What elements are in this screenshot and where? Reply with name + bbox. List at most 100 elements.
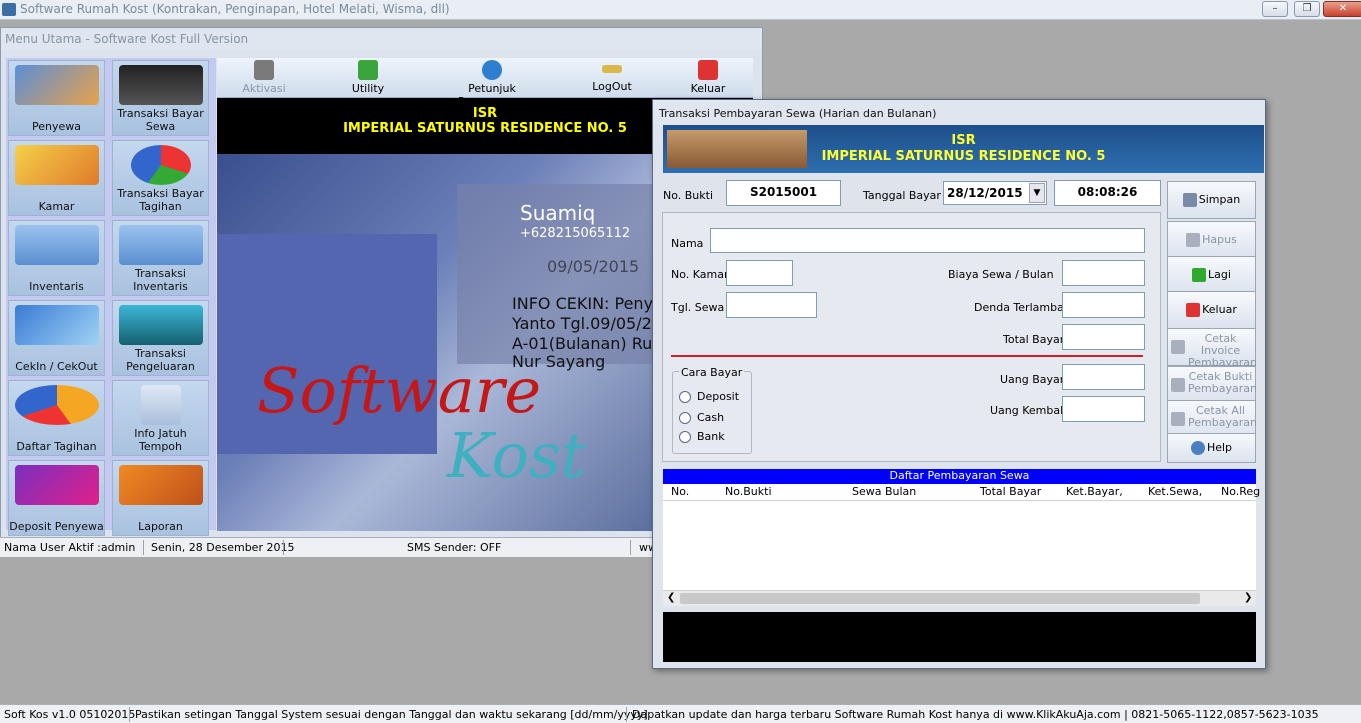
main-menu-title: Menu Utama - Software Kost Full Version — [1, 28, 762, 50]
col-sewa-bulan[interactable]: Sewa Bulan — [852, 485, 916, 498]
toolbar-label: Keluar — [690, 82, 726, 95]
sms-line2: Yanto Tgl.09/05/2 — [512, 314, 652, 333]
calendar-icon — [141, 385, 181, 425]
menu-transaksi-bayar-tagihan[interactable]: Transaksi Bayar Tagihan — [112, 140, 209, 216]
no-kamar-label: No. Kamar — [671, 268, 729, 281]
close-button[interactable]: ✕ — [1323, 1, 1361, 17]
dialog-title: Transaksi Pembayaran Sewa (Harian dan Bu… — [653, 100, 1265, 124]
menu-laporan[interactable]: Laporan — [112, 460, 209, 536]
chevron-left-icon[interactable]: ❮ — [667, 592, 675, 603]
menu-label: Transaksi Inventaris — [133, 267, 188, 293]
col-no[interactable]: No. — [671, 485, 689, 498]
no-bukti-label: No. Bukti — [663, 189, 714, 202]
col-ket-bayar[interactable]: Ket.Bayar, — [1066, 485, 1123, 498]
tanggal-bayar-picker[interactable]: 28/12/2015 ▼ — [943, 181, 1047, 205]
col-total-bayar[interactable]: Total Bayar — [980, 485, 1041, 498]
list-columns: No. No.Bukti Sewa Bulan Total Bayar Ket.… — [663, 484, 1260, 501]
utility-button[interactable]: Utility — [343, 59, 393, 97]
menu-deposit-penyewa[interactable]: Deposit Penyewa — [8, 460, 105, 536]
menu-daftar-tagihan[interactable]: Daftar Tagihan — [8, 380, 105, 456]
menu-kamar[interactable]: Kamar — [8, 140, 105, 216]
tanggal-value: 28/12/2015 — [947, 186, 1023, 200]
logo-software: Software — [257, 354, 542, 427]
room-folder-icon — [15, 145, 99, 185]
radio-cash[interactable] — [679, 412, 691, 424]
button-label: Cetak Invoice Pembayaran — [1188, 332, 1257, 369]
app-icon — [2, 3, 16, 16]
chevron-down-icon[interactable]: ▼ — [1029, 183, 1045, 203]
horizontal-scrollbar[interactable]: ❮ ❯ — [663, 590, 1256, 606]
menu-info-jatuh-tempoh[interactable]: Info Jatuh Tempoh — [112, 380, 209, 456]
tgl-sewa-input[interactable] — [726, 292, 817, 318]
total-bayar-label: Total Bayar — [1003, 333, 1065, 346]
col-no-bukti[interactable]: No.Bukti — [725, 485, 772, 498]
uang-bayar-label: Uang Bayar — [1000, 373, 1065, 386]
open-folder-icon — [15, 305, 99, 345]
delete-icon — [1186, 233, 1201, 247]
keluar-button[interactable]: Keluar — [683, 59, 733, 97]
col-ket-sewa[interactable]: Ket.Sewa, — [1148, 485, 1202, 498]
menu-label: Inventaris — [29, 280, 84, 293]
report-arrow-icon — [119, 465, 203, 505]
cara-bayar-label: Cara Bayar — [679, 366, 745, 379]
app-title: Software Rumah Kost (Kontrakan, Penginap… — [20, 2, 450, 16]
menu-transaksi-bayar-sewa[interactable]: Transaksi Bayar Sewa — [112, 60, 209, 136]
uang-kembali-input[interactable] — [1062, 396, 1145, 422]
payment-list[interactable] — [663, 501, 1256, 591]
menu-cekin-cekout[interactable]: CekIn / CekOut — [8, 300, 105, 376]
menu-transaksi-pengeluaran[interactable]: Transaksi Pengeluaran — [112, 300, 209, 376]
update-text: Dapatkan update dan harga terbaru Softwa… — [632, 708, 1319, 721]
button-label: Lagi — [1208, 268, 1231, 281]
main-toolbar: Aktivasi Utility Petunjuk Penggunaan Log… — [217, 58, 753, 108]
button-label: Simpan — [1198, 193, 1241, 206]
printer-icon — [1171, 340, 1185, 354]
denda-input[interactable] — [1062, 292, 1145, 318]
minimize-button[interactable]: – — [1262, 1, 1288, 17]
cetak-bukti-button[interactable]: Cetak Bukti Pembayaran — [1167, 366, 1257, 404]
aktivasi-button[interactable]: Aktivasi — [237, 59, 291, 97]
app-title-bar: Software Rumah Kost (Kontrakan, Penginap… — [0, 0, 1361, 20]
hapus-button[interactable]: Hapus — [1167, 221, 1256, 259]
menu-label: Kamar — [38, 200, 75, 213]
no-kamar-input[interactable] — [726, 260, 793, 286]
menu-inventaris[interactable]: Inventaris — [8, 220, 105, 296]
dialog-banner-line2: IMPERIAL SATURNUS RESIDENCE NO. 5 — [821, 149, 1106, 164]
restore-button[interactable]: ❐ — [1294, 1, 1320, 17]
radio-bank[interactable] — [679, 431, 691, 443]
menu-label: Transaksi Bayar Tagihan — [117, 187, 204, 213]
option-deposit: Deposit — [697, 390, 740, 403]
checkmark-icon — [358, 60, 378, 80]
sms-date: 09/05/2015 — [547, 257, 640, 276]
help-button[interactable]: Help — [1167, 433, 1256, 463]
lagi-button[interactable]: Lagi — [1167, 256, 1256, 294]
button-label: Hapus — [1202, 233, 1237, 246]
scroll-thumb[interactable] — [680, 593, 1200, 604]
radio-deposit[interactable] — [679, 391, 691, 403]
time-field: 08:08:26 — [1054, 180, 1161, 206]
button-label: Help — [1206, 441, 1233, 454]
no-bukti-field[interactable]: S2015001 — [726, 180, 841, 206]
chevron-right-icon[interactable]: ❯ — [1244, 592, 1252, 603]
total-bayar-input[interactable] — [1062, 324, 1145, 350]
save-icon — [1182, 193, 1197, 207]
cash-register-icon — [119, 65, 203, 105]
info-bar — [663, 612, 1256, 662]
menu-penyewa[interactable]: Penyewa — [8, 60, 105, 136]
logout-button[interactable]: LogOut — [587, 59, 637, 97]
nama-input[interactable] — [710, 228, 1145, 253]
cetak-invoice-button[interactable]: Cetak Invoice Pembayaran — [1167, 328, 1257, 369]
simpan-button[interactable]: Simpan — [1167, 181, 1256, 219]
biaya-sewa-input[interactable] — [1062, 260, 1145, 286]
menu-transaksi-inventaris[interactable]: Transaksi Inventaris — [112, 220, 209, 296]
status-sms: SMS Sender: OFF — [407, 541, 502, 554]
menu-label: Deposit Penyewa — [9, 520, 104, 533]
menu-label: Daftar Tagihan — [16, 440, 97, 453]
col-no-reg[interactable]: No.Reg — [1221, 485, 1260, 498]
petunjuk-button[interactable]: Petunjuk Penggunaan — [437, 59, 547, 108]
menu-label: Transaksi Pengeluaran — [126, 347, 195, 373]
uang-bayar-input[interactable] — [1062, 364, 1145, 390]
plus-icon — [1192, 268, 1207, 282]
sms-line3: A-01(Bulanan) Ru — [512, 334, 653, 353]
keluar-dialog-button[interactable]: Keluar — [1167, 291, 1256, 329]
menu-label: Info Jatuh Tempoh — [134, 427, 187, 453]
